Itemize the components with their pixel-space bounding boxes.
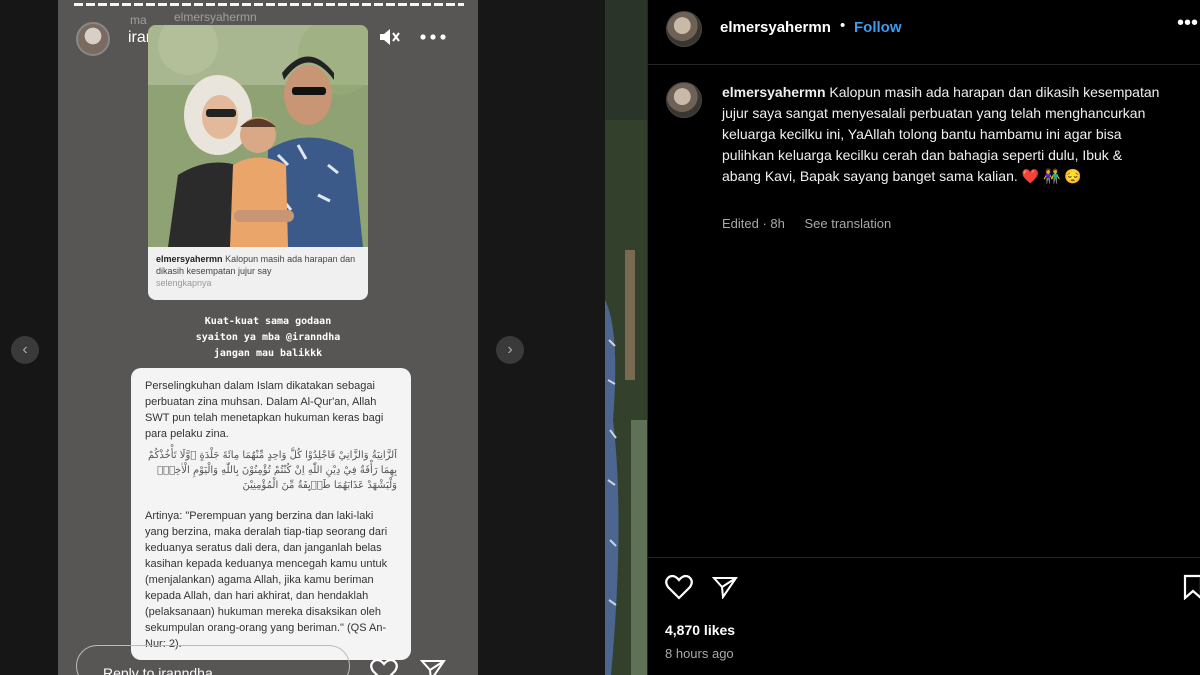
next-story-arrow-icon[interactable]: › xyxy=(496,336,524,364)
header-divider xyxy=(648,64,1200,65)
reposted-post-card[interactable]: elmersyahermn Kalopun masih ada harapan … xyxy=(148,25,368,300)
post-photo xyxy=(605,0,647,675)
more-options-icon[interactable] xyxy=(420,34,446,40)
quote-line-2: syaiton ya mba @iranndha xyxy=(195,332,341,343)
see-translation-link[interactable]: See translation xyxy=(805,216,892,231)
story-avatar[interactable] xyxy=(76,22,110,56)
info-paragraph-1: Perselingkuhan dalam Islam dikatakan seb… xyxy=(145,380,384,440)
repost-caption: elmersyahermn Kalopun masih ada harapan … xyxy=(156,253,361,289)
send-icon[interactable] xyxy=(420,658,446,675)
post-caption: elmersyahermn Kalopun masih ada harapan … xyxy=(722,82,1162,187)
info-paragraph-2: Artinya: "Perempuan yang berzina dan lak… xyxy=(145,510,388,650)
post-detail-panel: elmersyahermn • Follow ••• elmersyahermn… xyxy=(647,0,1200,675)
header-more-icon[interactable]: ••• xyxy=(1177,12,1198,35)
actions-divider xyxy=(648,557,1200,558)
header-separator: • xyxy=(840,17,846,34)
follow-button[interactable]: Follow xyxy=(854,19,902,36)
story-card: ma elmersyahermn iranndha 1h xyxy=(58,0,478,675)
bookmark-icon[interactable] xyxy=(1183,574,1200,600)
caption-avatar[interactable] xyxy=(666,82,702,118)
like-count[interactable]: 4,870 likes xyxy=(665,622,735,638)
ghost-username: elmersyahermn xyxy=(174,10,257,24)
repost-more-link[interactable]: selengkapnya xyxy=(156,278,212,288)
story-viewer: ‹ › ma elmersyahermn iranndha 1h xyxy=(0,0,605,675)
repost-caption-user: elmersyahermn xyxy=(156,254,223,264)
quote-line-3: jangan mau balikkk xyxy=(213,348,323,359)
info-text-box: Perselingkuhan dalam Islam dikatakan seb… xyxy=(131,368,411,660)
share-icon[interactable] xyxy=(712,575,738,599)
mute-icon[interactable] xyxy=(378,26,402,48)
ghost-label: ma xyxy=(130,13,147,27)
like-icon[interactable] xyxy=(665,574,693,600)
story-progress-bar xyxy=(74,3,464,6)
quote-line-1: Kuat-kuat sama godaan xyxy=(204,316,332,327)
heart-icon[interactable] xyxy=(370,658,398,675)
post-photo-strip xyxy=(605,0,647,675)
header-avatar[interactable] xyxy=(666,11,702,47)
family-photo xyxy=(148,25,368,247)
header-username[interactable]: elmersyahermn xyxy=(720,19,831,36)
reply-placeholder: Reply to iranndha xyxy=(103,665,213,675)
caption-meta: Edited · 8h See translation xyxy=(722,216,895,231)
edited-label: Edited · 8h xyxy=(722,216,785,231)
post-timestamp: 8 hours ago xyxy=(665,646,734,661)
caption-username[interactable]: elmersyahermn xyxy=(722,84,826,100)
info-arabic-verse: اَلزَّانِيَةُ وَالزَّانِيْ فَاجْلِدُوْا … xyxy=(147,450,397,491)
story-quote-text: Kuat-kuat sama godaan syaiton ya mba @ir… xyxy=(148,314,388,362)
previous-story-arrow-icon[interactable]: ‹ xyxy=(11,336,39,364)
story-backdrop-right xyxy=(478,0,605,675)
